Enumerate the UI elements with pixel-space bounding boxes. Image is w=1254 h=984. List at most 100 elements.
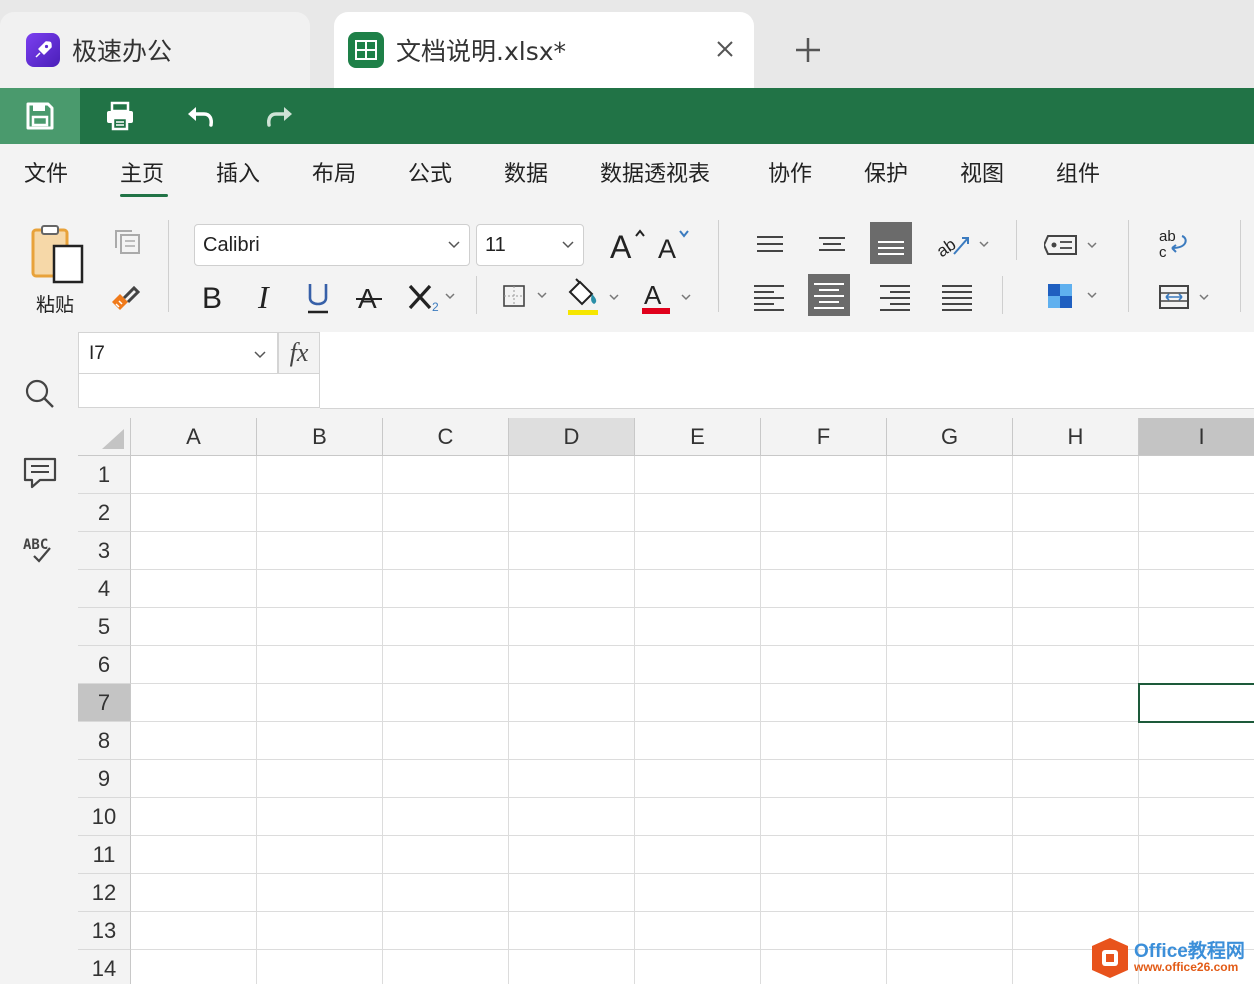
- name-box[interactable]: I7: [78, 332, 278, 374]
- row-header[interactable]: 8: [78, 722, 131, 760]
- column-header[interactable]: D: [509, 418, 635, 456]
- format-painter-button[interactable]: [110, 282, 141, 316]
- spell-check-button[interactable]: ABC: [22, 534, 58, 570]
- column-header[interactable]: I: [1139, 418, 1254, 456]
- font-size-select[interactable]: 11: [476, 224, 584, 266]
- active-cell[interactable]: [1138, 683, 1254, 723]
- menu-collaborate[interactable]: 协作: [768, 156, 812, 188]
- row-header[interactable]: 7: [78, 684, 131, 722]
- column-header[interactable]: H: [1013, 418, 1139, 456]
- borders-button[interactable]: [502, 284, 552, 314]
- menu-protect[interactable]: 保护: [864, 156, 908, 188]
- number-format-button[interactable]: [1042, 230, 1104, 264]
- select-all-corner[interactable]: [78, 418, 131, 456]
- align-middle-button[interactable]: [816, 230, 848, 262]
- spreadsheet-grid[interactable]: A B C D E F G H I 1 2 3 4 5 6 7 8 9 10 11 12 13 14: [78, 418, 1254, 984]
- wrap-text-button[interactable]: ab c: [1158, 228, 1192, 264]
- menu-file[interactable]: 文件: [24, 156, 68, 188]
- increase-font-icon: A: [610, 229, 645, 265]
- formula-input[interactable]: [320, 332, 1254, 409]
- justify-button[interactable]: [940, 280, 974, 316]
- decrease-font-button[interactable]: A: [658, 226, 698, 266]
- undo-button[interactable]: [160, 88, 240, 144]
- copy-button[interactable]: [112, 228, 142, 260]
- subscript-icon: 2: [408, 284, 455, 314]
- gridline: [1012, 456, 1013, 984]
- menu-plugins[interactable]: 组件: [1056, 156, 1100, 188]
- row-header[interactable]: 5: [78, 608, 131, 646]
- separator: [718, 220, 719, 312]
- strikethrough-icon: A: [356, 283, 382, 314]
- gridline: [131, 645, 1254, 646]
- align-right-button[interactable]: [878, 280, 912, 316]
- format-painter-icon: [112, 285, 141, 310]
- paste-button[interactable]: [30, 224, 86, 288]
- save-button[interactable]: [0, 88, 80, 144]
- column-header[interactable]: F: [761, 418, 887, 456]
- gridline: [131, 569, 1254, 570]
- font-family-select[interactable]: Calibri: [194, 224, 470, 266]
- column-header[interactable]: A: [131, 418, 257, 456]
- row-header[interactable]: 10: [78, 798, 131, 836]
- formula-bar-spacer: [78, 374, 320, 408]
- fill-color-button[interactable]: [564, 276, 624, 320]
- new-tab-button[interactable]: [790, 32, 826, 68]
- gridline: [131, 911, 1254, 912]
- italic-button[interactable]: I: [256, 279, 282, 318]
- row-header[interactable]: 4: [78, 570, 131, 608]
- row-header[interactable]: 12: [78, 874, 131, 912]
- column-header[interactable]: C: [383, 418, 509, 456]
- text-orientation-button[interactable]: ab: [933, 228, 994, 264]
- left-sidebar: ABC: [0, 332, 78, 984]
- conditional-format-button[interactable]: [1046, 282, 1104, 316]
- print-button[interactable]: [80, 88, 160, 144]
- row-header[interactable]: 2: [78, 494, 131, 532]
- bold-button[interactable]: B: [202, 280, 228, 318]
- column-header[interactable]: G: [887, 418, 1013, 456]
- menu-home[interactable]: 主页: [120, 156, 164, 188]
- menu-data[interactable]: 数据: [504, 156, 548, 188]
- increase-font-button[interactable]: A: [610, 226, 650, 266]
- align-left-icon: [754, 285, 784, 311]
- fill-color-icon: [568, 278, 619, 315]
- watermark-title: Office教程网: [1134, 941, 1245, 962]
- row-header[interactable]: 11: [78, 836, 131, 874]
- close-icon[interactable]: [710, 34, 740, 64]
- menu-view[interactable]: 视图: [960, 156, 1004, 188]
- merge-cells-button[interactable]: [1158, 282, 1218, 316]
- gridline: [886, 456, 887, 984]
- gridline: [131, 759, 1254, 760]
- menu-insert[interactable]: 插入: [216, 156, 260, 188]
- column-header[interactable]: E: [635, 418, 761, 456]
- align-left-button[interactable]: [752, 280, 786, 316]
- gridline: [131, 949, 1254, 950]
- align-center-button[interactable]: [808, 274, 850, 320]
- font-color-button[interactable]: A: [640, 278, 696, 320]
- paste-icon: [31, 225, 84, 284]
- row-header[interactable]: 1: [78, 456, 131, 494]
- align-bottom-button[interactable]: [870, 222, 912, 268]
- tab-document[interactable]: 文档说明.xlsx*: [334, 12, 754, 88]
- italic-icon: I: [257, 279, 270, 315]
- row-header[interactable]: 14: [78, 950, 131, 984]
- search-button[interactable]: [24, 378, 56, 414]
- subscript-button[interactable]: 2: [408, 280, 460, 318]
- comments-button[interactable]: [22, 456, 58, 494]
- menu-pivot-table[interactable]: 数据透视表: [600, 156, 710, 188]
- column-header[interactable]: B: [257, 418, 383, 456]
- row-header[interactable]: 13: [78, 912, 131, 950]
- watermark: Office教程网 www.office26.com: [1090, 934, 1254, 984]
- insert-function-button[interactable]: fx: [278, 332, 320, 374]
- row-header[interactable]: 3: [78, 532, 131, 570]
- redo-button[interactable]: [240, 88, 320, 144]
- menu-layout[interactable]: 布局: [312, 156, 356, 188]
- tab-home[interactable]: 极速办公: [0, 12, 310, 88]
- align-top-button[interactable]: [754, 230, 786, 262]
- underline-button[interactable]: [306, 280, 332, 320]
- strikethrough-button[interactable]: A: [356, 280, 384, 318]
- row-header[interactable]: 6: [78, 646, 131, 684]
- menu-formula[interactable]: 公式: [408, 156, 452, 188]
- wrap-text-icon: abc: [1159, 228, 1187, 261]
- row-header[interactable]: 9: [78, 760, 131, 798]
- separator: [476, 276, 477, 314]
